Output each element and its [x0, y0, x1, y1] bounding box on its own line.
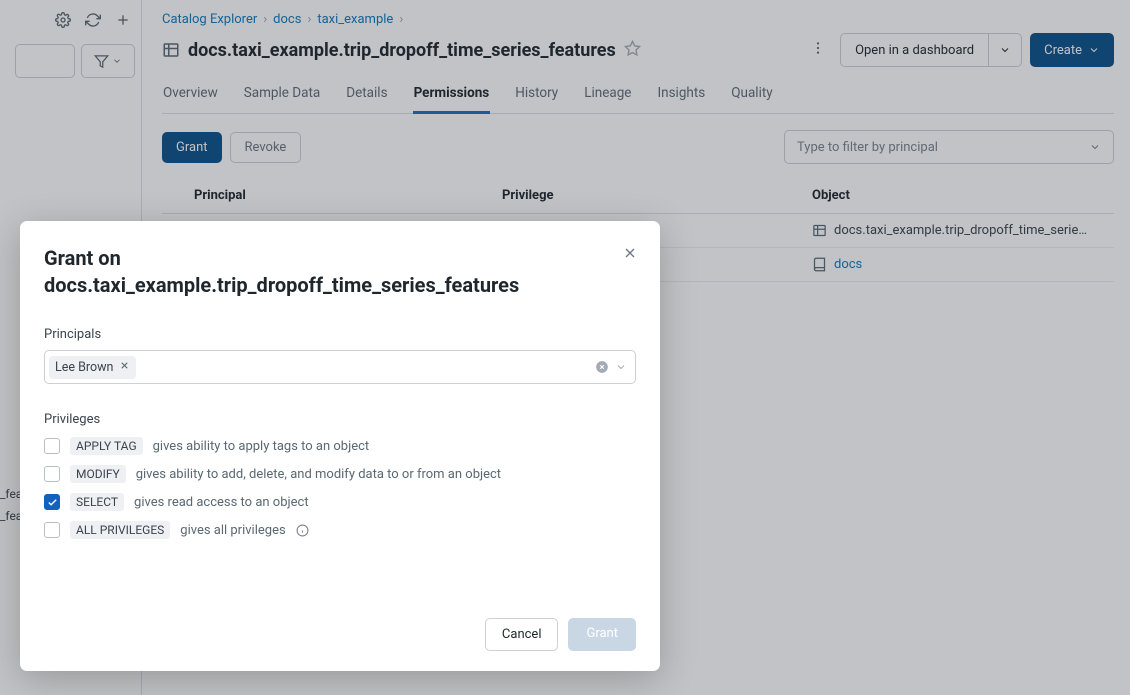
grant-modal: Grant on docs.taxi_example.trip_dropoff_…: [20, 221, 660, 671]
privilege-row-all: ALL PRIVILEGES gives all privileges: [44, 521, 636, 539]
privilege-row-modify: MODIFY gives ability to add, delete, and…: [44, 465, 636, 483]
grant-submit-button[interactable]: Grant: [568, 618, 636, 651]
chip-remove-icon[interactable]: [119, 360, 130, 375]
checkbox-apply-tag[interactable]: [44, 438, 60, 454]
checkbox-modify[interactable]: [44, 466, 60, 482]
privilege-row-select: SELECT gives read access to an object: [44, 493, 636, 511]
clear-icon[interactable]: [595, 360, 609, 374]
privileges-label: Privileges: [44, 412, 636, 427]
principals-input[interactable]: Lee Brown: [44, 350, 636, 384]
info-icon[interactable]: [296, 524, 309, 537]
checkbox-select[interactable]: [44, 494, 60, 510]
checkbox-all[interactable]: [44, 522, 60, 538]
cancel-button[interactable]: Cancel: [485, 618, 559, 651]
close-icon[interactable]: [618, 241, 642, 269]
chevron-down-icon[interactable]: [615, 361, 627, 373]
privilege-row-apply-tag: APPLY TAG gives ability to apply tags to…: [44, 437, 636, 455]
modal-title: Grant on docs.taxi_example.trip_dropoff_…: [44, 245, 636, 299]
principal-chip: Lee Brown: [49, 356, 136, 379]
principals-label: Principals: [44, 327, 636, 342]
